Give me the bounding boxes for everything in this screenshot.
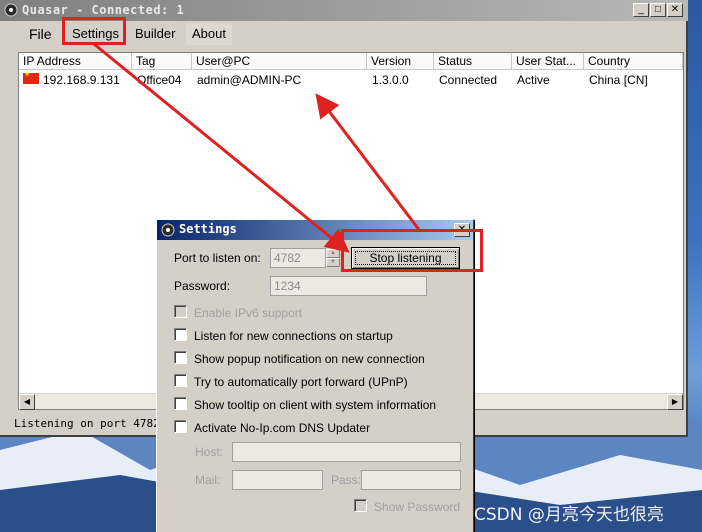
popup-notification-checkbox[interactable] (174, 351, 187, 364)
menu-file[interactable]: File (23, 23, 58, 45)
column-country[interactable]: Country (584, 53, 683, 70)
close-button[interactable]: ✕ (667, 3, 683, 17)
port-up-icon[interactable]: ▲ (326, 249, 340, 258)
mail-input[interactable] (232, 470, 323, 490)
upnp-label: Try to automatically port forward (UPnP) (194, 375, 408, 389)
cell-tag: Office04 (137, 73, 182, 87)
column-ip-address[interactable]: IP Address (19, 53, 132, 70)
cell-user-status: Active (517, 73, 550, 87)
scroll-right-icon[interactable]: ▶ (667, 394, 683, 410)
column-user-status[interactable]: User Stat... (512, 53, 584, 70)
minimize-button[interactable]: _ (633, 3, 649, 17)
scroll-left-icon[interactable]: ◀ (19, 394, 35, 410)
cell-user-pc: admin@ADMIN-PC (197, 73, 302, 87)
settings-menu-highlight (62, 17, 126, 45)
tooltip-info-label: Show tooltip on client with system infor… (194, 398, 437, 412)
china-flag-icon (23, 70, 39, 84)
password-label: Password: (174, 279, 231, 293)
watermark-text: CSDN @月亮今天也很亮 (474, 505, 664, 525)
stop-listening-highlight (341, 229, 483, 272)
port-down-icon[interactable]: ▼ (326, 258, 340, 267)
cell-status: Connected (439, 73, 498, 87)
menu-about[interactable]: About (186, 23, 232, 45)
show-password-checkbox[interactable] (354, 499, 367, 512)
port-label: Port to listen on: (174, 251, 261, 265)
cell-ip: 192.168.9.131 (43, 73, 120, 87)
settings-title: Settings (179, 222, 237, 236)
popup-notification-label: Show popup notification on new connectio… (194, 352, 425, 366)
cell-country: China [CN] (589, 73, 648, 87)
column-tag[interactable]: Tag (132, 53, 192, 70)
quasar-app-icon (4, 3, 18, 17)
listen-on-startup-label: Listen for new connections on startup (194, 329, 393, 343)
password-input[interactable]: 1234 (270, 276, 427, 296)
host-label: Host: (195, 445, 224, 459)
port-input[interactable]: 4782 (270, 248, 326, 268)
listen-on-startup-checkbox[interactable] (174, 328, 187, 341)
listview-header: IP Address Tag User@PC Version Status Us… (19, 53, 683, 70)
host-input[interactable] (232, 442, 461, 462)
maximize-button[interactable]: □ (650, 3, 666, 17)
pass-label: Pass: (331, 473, 362, 487)
tooltip-info-checkbox[interactable] (174, 397, 187, 410)
window-title: Quasar - Connected: 1 (22, 3, 185, 17)
cell-version: 1.3.0.0 (372, 73, 409, 87)
column-version[interactable]: Version (367, 53, 434, 70)
noip-updater-label: Activate No-Ip.com DNS Updater (194, 421, 371, 435)
menu-builder[interactable]: Builder (129, 23, 181, 45)
mail-label: Mail: (195, 473, 221, 487)
column-user-pc[interactable]: User@PC (192, 53, 367, 70)
noip-updater-checkbox[interactable] (174, 420, 187, 433)
enable-ipv6-checkbox[interactable] (174, 305, 187, 318)
table-row[interactable]: 192.168.9.131 Office04 admin@ADMIN-PC 1.… (19, 70, 683, 89)
quasar-app-icon (161, 223, 175, 237)
upnp-checkbox[interactable] (174, 374, 187, 387)
column-status[interactable]: Status (434, 53, 512, 70)
show-password-label: Show Password (374, 500, 461, 514)
enable-ipv6-label: Enable IPv6 support (194, 306, 303, 320)
pass-input[interactable] (361, 470, 461, 490)
